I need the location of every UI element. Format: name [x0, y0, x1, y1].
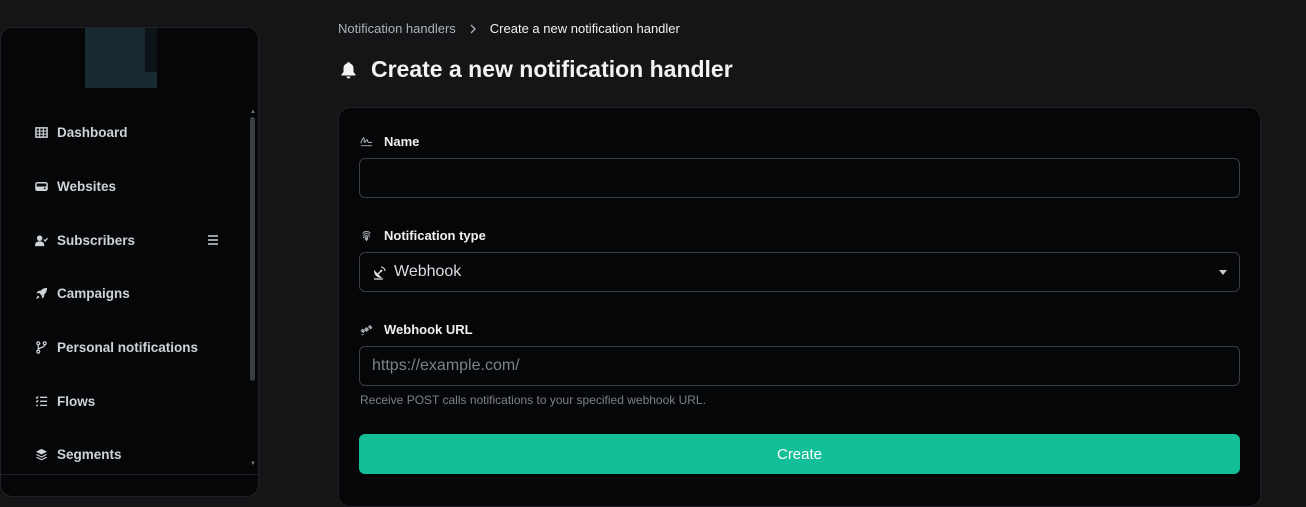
form-card: Name Notification type Webhook Webhook U…	[338, 107, 1261, 507]
page-title-text: Create a new notification handler	[371, 56, 733, 82]
satellite-dish-icon	[374, 265, 386, 280]
layers-icon	[34, 448, 48, 462]
code-branch-icon	[34, 341, 48, 355]
menu-icon[interactable]	[207, 234, 219, 246]
sidebar-item-label: Segments	[57, 447, 122, 463]
sidebar-item-websites[interactable]: Websites	[1, 160, 241, 214]
webhook-url-label-text: Webhook URL	[384, 322, 473, 337]
create-button[interactable]: Create	[359, 434, 1240, 474]
notification-type-select[interactable]: Webhook	[359, 252, 1240, 292]
server-icon	[34, 180, 48, 194]
sidebar-item-label: Personal notifications	[57, 340, 199, 356]
page-title: Create a new notification handler	[340, 56, 733, 83]
grid-icon	[34, 126, 48, 140]
sidebar-item-personal-notifications[interactable]: Personal notifications	[1, 321, 241, 375]
breadcrumb: Notification handlers Create a new notif…	[338, 21, 680, 36]
notification-type-label-text: Notification type	[384, 228, 486, 243]
sidebar-scrollbar[interactable]	[250, 117, 255, 381]
sidebar-item-subscribers[interactable]: Subscribers	[1, 213, 241, 267]
sidebar-nav: Dashboard Websites Subscribers Campaigns	[1, 106, 241, 482]
sidebar-item-label: Websites	[57, 179, 117, 195]
logo[interactable]	[85, 28, 157, 88]
name-label-text: Name	[384, 134, 420, 149]
name-label: Name	[360, 134, 419, 149]
webhook-url-help: Receive POST calls notifications to your…	[360, 393, 706, 407]
sidebar-item-label: Campaigns	[57, 286, 130, 302]
chevron-right-icon	[469, 24, 477, 34]
breadcrumb-link-notification-handlers[interactable]: Notification handlers	[338, 21, 456, 36]
sidebar-item-flows[interactable]: Flows	[1, 374, 241, 428]
breadcrumb-current: Create a new notification handler	[489, 21, 680, 36]
sidebar-item-label: Flows	[57, 393, 96, 409]
notification-type-value: Webhook	[394, 263, 462, 280]
rocket-icon	[34, 287, 48, 301]
sidebar-item-label: Dashboard	[57, 125, 128, 141]
sidebar-footer	[1, 474, 258, 475]
signature-icon	[360, 135, 374, 149]
caret-down-icon	[1219, 270, 1227, 275]
scroll-up-arrow[interactable]: ▲	[250, 109, 256, 115]
sidebar: Dashboard Websites Subscribers Campaigns	[0, 27, 259, 497]
fingerprint-icon	[360, 229, 374, 243]
list-check-icon	[34, 394, 48, 408]
webhook-url-input[interactable]	[359, 346, 1240, 386]
notification-type-label: Notification type	[360, 228, 486, 243]
bell-icon	[341, 61, 356, 78]
sidebar-item-label: Subscribers	[57, 232, 136, 248]
sidebar-item-campaigns[interactable]: Campaigns	[1, 267, 241, 321]
satellite-icon	[360, 323, 374, 337]
name-input[interactable]	[359, 158, 1240, 198]
sidebar-item-dashboard[interactable]: Dashboard	[1, 106, 241, 160]
user-check-icon	[34, 233, 48, 247]
scroll-down-arrow[interactable]: ▼	[250, 461, 256, 467]
webhook-url-label: Webhook URL	[360, 322, 473, 337]
